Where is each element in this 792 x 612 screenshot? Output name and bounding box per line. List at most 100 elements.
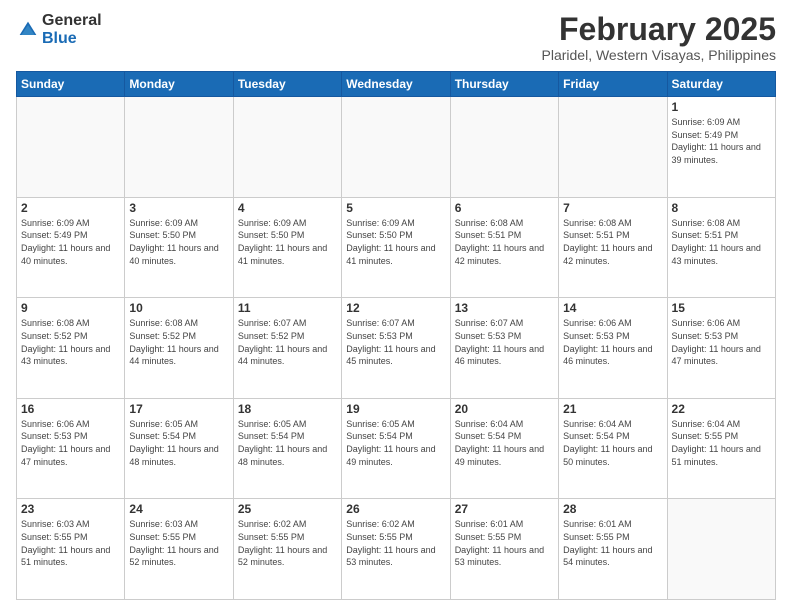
day-info: Sunrise: 6:01 AMSunset: 5:55 PMDaylight:… xyxy=(563,518,662,568)
day-info: Sunrise: 6:03 AMSunset: 5:55 PMDaylight:… xyxy=(129,518,228,568)
calendar-week-5: 23 Sunrise: 6:03 AMSunset: 5:55 PMDayligh… xyxy=(17,499,776,600)
calendar-week-4: 16 Sunrise: 6:06 AMSunset: 5:53 PMDayligh… xyxy=(17,398,776,499)
calendar-body: 1 Sunrise: 6:09 AMSunset: 5:49 PMDaylight… xyxy=(17,97,776,600)
day-number: 7 xyxy=(563,201,662,215)
weekday-row: SundayMondayTuesdayWednesdayThursdayFrid… xyxy=(17,72,776,97)
calendar-cell: 25 Sunrise: 6:02 AMSunset: 5:55 PMDayligh… xyxy=(233,499,341,600)
day-number: 1 xyxy=(672,100,771,114)
day-info: Sunrise: 6:02 AMSunset: 5:55 PMDaylight:… xyxy=(238,518,337,568)
calendar-cell: 14Sunrise: 6:06 AMSunset: 5:53 PMDayligh… xyxy=(559,298,667,399)
day-info: Sunrise: 6:07 AMSunset: 5:52 PMDaylight:… xyxy=(238,317,337,367)
day-info: Sunrise: 6:08 AMSunset: 5:51 PMDaylight:… xyxy=(455,217,554,267)
day-number: 22 xyxy=(672,402,771,416)
calendar-cell: 20 Sunrise: 6:04 AMSunset: 5:54 PMDayligh… xyxy=(450,398,558,499)
calendar-cell xyxy=(17,97,125,198)
calendar-cell: 10 Sunrise: 6:08 AMSunset: 5:52 PMDayligh… xyxy=(125,298,233,399)
day-info: Sunrise: 6:07 AMSunset: 5:53 PMDaylight:… xyxy=(455,317,554,367)
calendar: SundayMondayTuesdayWednesdayThursdayFrid… xyxy=(16,71,776,600)
calendar-cell xyxy=(125,97,233,198)
day-info: Sunrise: 6:09 AMSunset: 5:49 PMDaylight:… xyxy=(672,116,771,166)
day-number: 19 xyxy=(346,402,445,416)
day-info: Sunrise: 6:09 AMSunset: 5:49 PMDaylight:… xyxy=(21,217,120,267)
logo-general: General xyxy=(42,12,102,30)
weekday-header-wednesday: Wednesday xyxy=(342,72,450,97)
calendar-cell: 26 Sunrise: 6:02 AMSunset: 5:55 PMDayligh… xyxy=(342,499,450,600)
day-number: 27 xyxy=(455,502,554,516)
calendar-cell: 1 Sunrise: 6:09 AMSunset: 5:49 PMDaylight… xyxy=(667,97,775,198)
weekday-header-sunday: Sunday xyxy=(17,72,125,97)
day-number: 8 xyxy=(672,201,771,215)
day-number: 17 xyxy=(129,402,228,416)
day-number: 15 xyxy=(672,301,771,315)
calendar-cell: 9 Sunrise: 6:08 AMSunset: 5:52 PMDaylight… xyxy=(17,298,125,399)
day-number: 4 xyxy=(238,201,337,215)
day-info: Sunrise: 6:08 AMSunset: 5:52 PMDaylight:… xyxy=(21,317,120,367)
calendar-cell: 12 Sunrise: 6:07 AMSunset: 5:53 PMDayligh… xyxy=(342,298,450,399)
day-number: 26 xyxy=(346,502,445,516)
day-number: 12 xyxy=(346,301,445,315)
day-info: Sunrise: 6:04 AMSunset: 5:54 PMDaylight:… xyxy=(455,418,554,468)
calendar-cell xyxy=(233,97,341,198)
logo: General Blue xyxy=(16,12,102,47)
day-info: Sunrise: 6:08 AMSunset: 5:51 PMDaylight:… xyxy=(672,217,771,267)
weekday-header-friday: Friday xyxy=(559,72,667,97)
day-info: Sunrise: 6:05 AMSunset: 5:54 PMDaylight:… xyxy=(129,418,228,468)
day-number: 20 xyxy=(455,402,554,416)
calendar-cell: 17 Sunrise: 6:05 AMSunset: 5:54 PMDayligh… xyxy=(125,398,233,499)
day-info: Sunrise: 6:05 AMSunset: 5:54 PMDaylight:… xyxy=(346,418,445,468)
calendar-cell: 22Sunrise: 6:04 AMSunset: 5:55 PMDayligh… xyxy=(667,398,775,499)
day-number: 9 xyxy=(21,301,120,315)
day-number: 25 xyxy=(238,502,337,516)
day-info: Sunrise: 6:09 AMSunset: 5:50 PMDaylight:… xyxy=(346,217,445,267)
calendar-cell: 16 Sunrise: 6:06 AMSunset: 5:53 PMDayligh… xyxy=(17,398,125,499)
calendar-cell: 7 Sunrise: 6:08 AMSunset: 5:51 PMDaylight… xyxy=(559,197,667,298)
day-number: 6 xyxy=(455,201,554,215)
day-number: 23 xyxy=(21,502,120,516)
day-info: Sunrise: 6:08 AMSunset: 5:51 PMDaylight:… xyxy=(563,217,662,267)
day-info: Sunrise: 6:04 AMSunset: 5:54 PMDaylight:… xyxy=(563,418,662,468)
month-title: February 2025 xyxy=(542,12,777,47)
calendar-cell: 21 Sunrise: 6:04 AMSunset: 5:54 PMDayligh… xyxy=(559,398,667,499)
day-info: Sunrise: 6:06 AMSunset: 5:53 PMDaylight:… xyxy=(21,418,120,468)
day-number: 28 xyxy=(563,502,662,516)
day-info: Sunrise: 6:08 AMSunset: 5:52 PMDaylight:… xyxy=(129,317,228,367)
calendar-cell: 8 Sunrise: 6:08 AMSunset: 5:51 PMDaylight… xyxy=(667,197,775,298)
day-info: Sunrise: 6:06 AMSunset: 5:53 PMDaylight:… xyxy=(563,317,662,367)
weekday-header-saturday: Saturday xyxy=(667,72,775,97)
calendar-cell xyxy=(667,499,775,600)
day-info: Sunrise: 6:02 AMSunset: 5:55 PMDaylight:… xyxy=(346,518,445,568)
weekday-header-thursday: Thursday xyxy=(450,72,558,97)
calendar-cell: 11Sunrise: 6:07 AMSunset: 5:52 PMDayligh… xyxy=(233,298,341,399)
calendar-cell xyxy=(559,97,667,198)
weekday-header-monday: Monday xyxy=(125,72,233,97)
day-info: Sunrise: 6:03 AMSunset: 5:55 PMDaylight:… xyxy=(21,518,120,568)
page: General Blue February 2025 Plaridel, Wes… xyxy=(0,0,792,612)
calendar-cell: 28 Sunrise: 6:01 AMSunset: 5:55 PMDayligh… xyxy=(559,499,667,600)
location: Plaridel, Western Visayas, Philippines xyxy=(542,47,777,63)
day-info: Sunrise: 6:05 AMSunset: 5:54 PMDaylight:… xyxy=(238,418,337,468)
calendar-cell: 18Sunrise: 6:05 AMSunset: 5:54 PMDayligh… xyxy=(233,398,341,499)
title-area: February 2025 Plaridel, Western Visayas,… xyxy=(542,12,777,63)
day-number: 16 xyxy=(21,402,120,416)
calendar-week-2: 2Sunrise: 6:09 AMSunset: 5:49 PMDaylight… xyxy=(17,197,776,298)
calendar-week-1: 1 Sunrise: 6:09 AMSunset: 5:49 PMDaylight… xyxy=(17,97,776,198)
calendar-cell: 24 Sunrise: 6:03 AMSunset: 5:55 PMDayligh… xyxy=(125,499,233,600)
day-number: 13 xyxy=(455,301,554,315)
calendar-cell: 6 Sunrise: 6:08 AMSunset: 5:51 PMDaylight… xyxy=(450,197,558,298)
calendar-cell: 23 Sunrise: 6:03 AMSunset: 5:55 PMDayligh… xyxy=(17,499,125,600)
calendar-cell: 15Sunrise: 6:06 AMSunset: 5:53 PMDayligh… xyxy=(667,298,775,399)
calendar-cell xyxy=(342,97,450,198)
day-number: 3 xyxy=(129,201,228,215)
calendar-cell: 2Sunrise: 6:09 AMSunset: 5:49 PMDaylight… xyxy=(17,197,125,298)
calendar-cell: 27 Sunrise: 6:01 AMSunset: 5:55 PMDayligh… xyxy=(450,499,558,600)
day-info: Sunrise: 6:01 AMSunset: 5:55 PMDaylight:… xyxy=(455,518,554,568)
day-number: 24 xyxy=(129,502,228,516)
day-number: 5 xyxy=(346,201,445,215)
day-number: 10 xyxy=(129,301,228,315)
logo-text: General Blue xyxy=(42,12,102,47)
calendar-week-3: 9 Sunrise: 6:08 AMSunset: 5:52 PMDaylight… xyxy=(17,298,776,399)
day-number: 21 xyxy=(563,402,662,416)
logo-blue: Blue xyxy=(42,30,102,48)
day-info: Sunrise: 6:07 AMSunset: 5:53 PMDaylight:… xyxy=(346,317,445,367)
calendar-cell: 13 Sunrise: 6:07 AMSunset: 5:53 PMDayligh… xyxy=(450,298,558,399)
